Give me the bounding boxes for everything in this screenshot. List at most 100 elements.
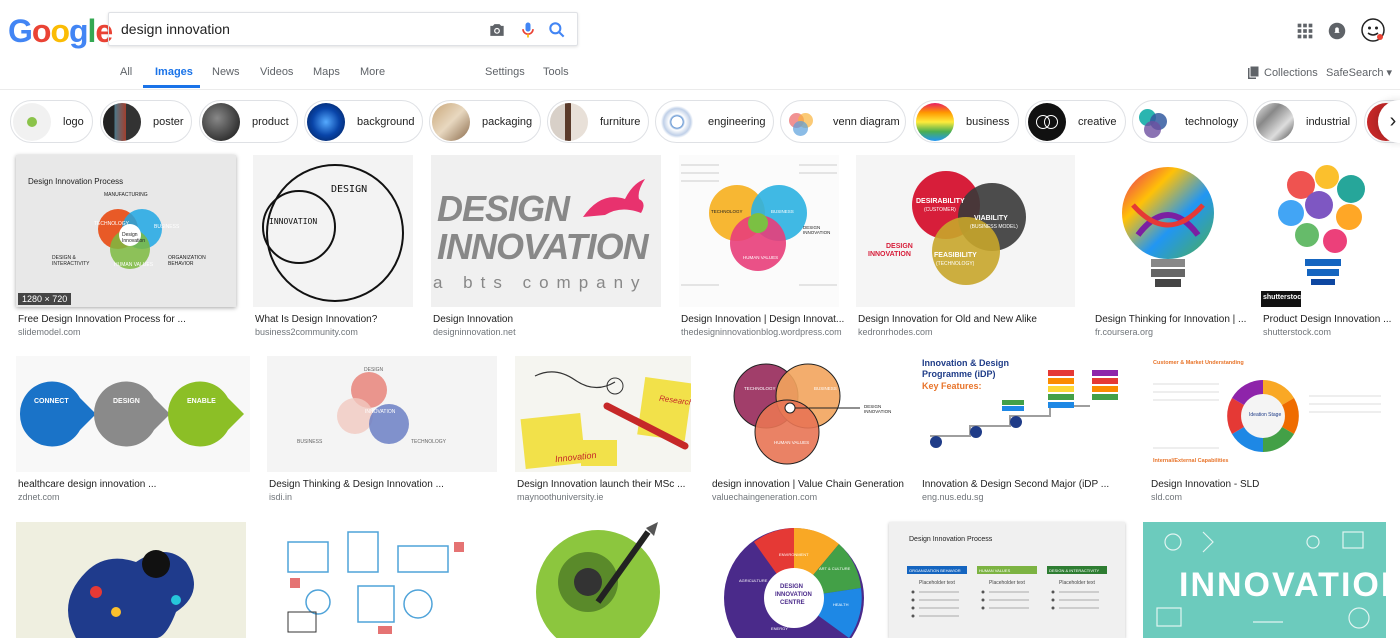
thumb-text: AGRICULTURE xyxy=(739,578,768,583)
result-thumbnail[interactable]: Innovation Research xyxy=(515,356,691,472)
result-title[interactable]: Design Thinking & Design Innovation ... xyxy=(269,479,444,490)
step-label: CONNECT xyxy=(34,398,69,405)
chip-label: venn diagram xyxy=(833,115,900,128)
avatar[interactable] xyxy=(1361,18,1385,42)
result-item[interactable] xyxy=(498,522,702,638)
thumb-text: Customer & Market Understanding xyxy=(1153,360,1244,366)
result-item[interactable]: DESIGN INNOVATION BUSINESS TECHNOLOGY De… xyxy=(267,356,497,506)
result-title[interactable]: Design Innovation launch their MSc ... xyxy=(517,479,685,490)
result-item[interactable]: DESIGN INNOVATION CENTRE ENVIRONMENT ART… xyxy=(719,522,869,638)
chip-logo[interactable]: logo xyxy=(10,100,93,143)
result-item[interactable]: DESIGN INNOVATION a bts company Design I… xyxy=(431,155,661,345)
sticky-notes-graphic xyxy=(520,371,691,469)
step-label: DESIGN xyxy=(113,398,140,405)
chip-poster[interactable]: poster xyxy=(100,100,192,143)
result-item[interactable]: CONNECT DESIGN ENABLE healthcare design … xyxy=(16,356,250,506)
result-title[interactable]: Free Design Innovation Process for ... xyxy=(18,314,186,325)
result-thumbnail[interactable] xyxy=(1093,155,1243,307)
collections-link[interactable]: Collections xyxy=(1248,66,1318,79)
safesearch-dropdown[interactable]: SafeSearch ▾ xyxy=(1326,66,1392,79)
tab-all[interactable]: All xyxy=(120,66,132,78)
microphone-icon[interactable] xyxy=(518,20,538,40)
tab-more[interactable]: More xyxy=(360,66,385,78)
result-thumbnail[interactable]: DESIGN INNOVATION a bts company xyxy=(431,155,661,307)
result-site: zdnet.com xyxy=(18,492,60,502)
result-title[interactable]: Design Innovation | Design Innovat... xyxy=(681,314,844,325)
google-logo[interactable]: Google xyxy=(8,13,113,50)
result-title[interactable]: design innovation | Value Chain Generati… xyxy=(712,479,904,490)
tab-images[interactable]: Images xyxy=(155,66,193,78)
result-thumbnail[interactable]: DESIGN INNOVATION BUSINESS TECHNOLOGY xyxy=(267,356,497,472)
result-thumbnail[interactable]: TECHNOLOGY BUSINESS HUMAN VALUES DESIGN … xyxy=(679,155,839,307)
result-thumbnail[interactable]: TECHNOLOGY BUSINESS HUMAN VALUES DESIGN … xyxy=(710,356,903,472)
result-thumbnail[interactable]: DESIRABILITY (CUSTOMER) VIABILITY (BUSIN… xyxy=(856,155,1075,307)
settings-link[interactable]: Settings xyxy=(485,66,525,78)
tab-maps[interactable]: Maps xyxy=(313,66,340,78)
tab-videos[interactable]: Videos xyxy=(260,66,293,78)
chip-engineering[interactable]: engineering xyxy=(655,100,774,143)
result-title[interactable]: Design Thinking for Innovation | ... xyxy=(1095,314,1246,325)
chip-thumbnail xyxy=(13,102,51,141)
result-thumbnail[interactable] xyxy=(268,522,480,638)
result-title[interactable]: Design Innovation for Old and New Alike xyxy=(858,314,1037,325)
chip-product[interactable]: product xyxy=(199,100,298,143)
chip-creative[interactable]: creative xyxy=(1025,100,1126,143)
chip-label: business xyxy=(966,115,1010,128)
result-item[interactable]: TECHNOLOGY BUSINESS HUMAN VALUES DESIGN … xyxy=(679,155,844,345)
result-item[interactable]: shutterstock Product Design Innovation .… xyxy=(1261,155,1391,345)
search-icon[interactable] xyxy=(547,20,567,40)
chip-thumbnail xyxy=(1256,102,1294,141)
tab-news[interactable]: News xyxy=(212,66,240,78)
result-thumbnail[interactable]: Customer & Market Understanding Ideation… xyxy=(1149,356,1384,472)
result-title[interactable]: Innovation & Design Second Major (iDP ..… xyxy=(922,479,1109,490)
rabbit-logo-icon xyxy=(583,179,645,217)
result-item[interactable]: Design Innovation Process ORGANIZATION B… xyxy=(889,522,1125,638)
result-thumbnail[interactable]: Innovation & Design Programme (iDP) Key … xyxy=(920,356,1131,472)
result-item[interactable] xyxy=(16,522,246,638)
result-title[interactable]: Design Innovation xyxy=(433,314,513,325)
result-title[interactable]: Product Design Innovation ... xyxy=(1263,314,1391,325)
result-item[interactable]: Design Thinking for Innovation | ... fr.… xyxy=(1093,155,1246,345)
result-thumbnail[interactable]: Design Innovation Process MANUFACTURING … xyxy=(16,155,236,307)
venn-label: TECHNOLOGY xyxy=(711,209,743,214)
chip-industrial[interactable]: industrial xyxy=(1253,100,1357,143)
result-thumbnail[interactable] xyxy=(498,522,702,638)
result-item[interactable]: Innovation Research Design Innovation la… xyxy=(515,356,691,506)
layered-stack-graphic xyxy=(930,370,1118,448)
notifications-icon[interactable] xyxy=(1326,20,1348,42)
result-item[interactable] xyxy=(268,522,480,638)
result-thumbnail[interactable]: DESIGN INNOVATION xyxy=(253,155,413,307)
chip-venn-diagram[interactable]: venn diagram xyxy=(780,100,906,143)
result-thumbnail[interactable]: shutterstock xyxy=(1261,155,1386,307)
result-title[interactable]: What Is Design Innovation? xyxy=(255,314,377,325)
chip-label: packaging xyxy=(482,115,533,128)
chip-business[interactable]: business xyxy=(913,100,1019,143)
chip-packaging[interactable]: packaging xyxy=(429,100,541,143)
chip-thumbnail xyxy=(307,102,345,141)
chip-furniture[interactable]: furniture xyxy=(547,100,649,143)
chip-background[interactable]: background xyxy=(304,100,423,143)
chip-thumbnail xyxy=(103,102,141,141)
chip-technology[interactable]: technology xyxy=(1132,100,1248,143)
result-item[interactable]: Innovation & Design Programme (iDP) Key … xyxy=(920,356,1131,506)
search-input[interactable] xyxy=(121,13,471,45)
result-item[interactable]: DESIRABILITY (CUSTOMER) VIABILITY (BUSIN… xyxy=(856,155,1075,345)
result-item[interactable]: Customer & Market Understanding Ideation… xyxy=(1149,356,1384,506)
thumb-text: INNOVATION xyxy=(437,226,649,267)
thumb-text: DESIGN xyxy=(437,188,570,229)
result-item[interactable]: TECHNOLOGY BUSINESS HUMAN VALUES DESIGN … xyxy=(710,356,904,506)
result-item[interactable]: INNOVATION xyxy=(1143,522,1386,638)
result-thumbnail[interactable]: CONNECT DESIGN ENABLE xyxy=(16,356,250,472)
apps-grid-icon[interactable] xyxy=(1294,20,1316,42)
thumb-text: DESIGN xyxy=(331,184,368,195)
result-item[interactable]: DESIGN INNOVATION What Is Design Innovat… xyxy=(253,155,413,345)
result-thumbnail[interactable]: INNOVATION xyxy=(1143,522,1386,638)
result-title[interactable]: healthcare design innovation ... xyxy=(18,479,156,490)
result-thumbnail[interactable]: Design Innovation Process ORGANIZATION B… xyxy=(889,522,1125,638)
tools-link[interactable]: Tools xyxy=(543,66,569,78)
result-thumbnail[interactable] xyxy=(16,522,246,638)
result-item[interactable]: Design Innovation Process MANUFACTURING … xyxy=(16,155,236,345)
result-title[interactable]: Design Innovation - SLD xyxy=(1151,479,1259,490)
result-thumbnail[interactable]: DESIGN INNOVATION CENTRE ENVIRONMENT ART… xyxy=(719,522,869,638)
camera-icon[interactable] xyxy=(487,20,507,40)
